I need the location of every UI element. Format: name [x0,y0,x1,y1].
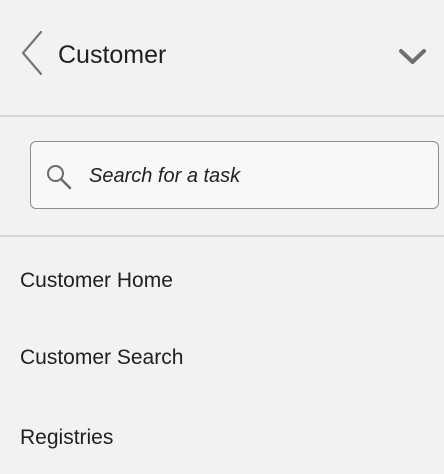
header-divider [0,115,444,117]
nav-item-label: Customer Home [20,269,173,292]
nav-item-customer-search[interactable]: Customer Search [0,329,444,389]
back-button[interactable] [18,29,46,77]
collapse-button[interactable] [395,42,430,70]
search-icon [45,163,73,191]
search-box[interactable] [30,141,439,209]
nav-item-label: Customer Search [20,346,184,369]
chevron-down-icon [395,42,430,70]
panel-header: Customer [0,0,444,114]
nav-item-label: Registries [20,426,114,449]
task-list: Customer Home Customer Search Registries [0,236,444,474]
page-title: Customer [58,41,167,69]
nav-item-registries[interactable]: Registries [0,409,444,469]
search-input[interactable] [89,162,409,190]
chevron-left-icon [18,29,46,77]
customer-panel: Customer Customer Home Customer Search [0,0,444,474]
nav-item-customer-home[interactable]: Customer Home [0,252,444,312]
